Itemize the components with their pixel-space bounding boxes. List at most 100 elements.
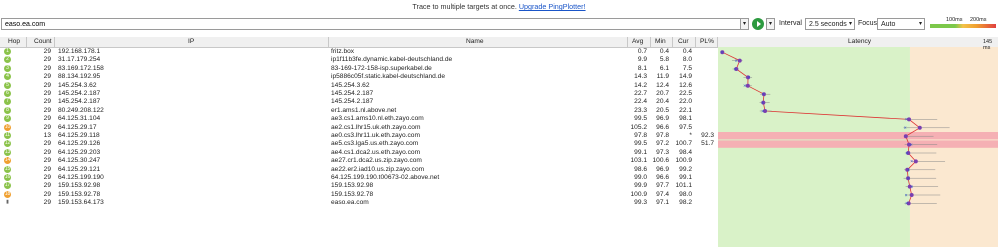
latency-cur-marker: × (761, 100, 764, 106)
hop-row[interactable]: 3 29 83.169.172.158 83-169-172-158-isp.supe… (0, 64, 718, 73)
hop-row[interactable]: 2 29 31.17.179.254 ip1f11b3fe.dynamic.kabel… (0, 56, 718, 64)
hop-ip: 159.153.92.98 (58, 182, 101, 190)
hop-cur: 8.0 (682, 56, 692, 64)
hop-avg: 99.1 (634, 148, 647, 156)
hop-name: ae4.cs1.dca2.us.eth.zayo.com (331, 148, 421, 156)
hop-min: 11.9 (656, 73, 669, 81)
hop-name: 83-169-172-158-isp.superkabel.de (331, 64, 432, 72)
hop-row[interactable]: 9 29 64.125.31.104 ae3.cs1.ams10.nl.eth.zay… (0, 115, 718, 123)
hop-number-badge: 14 (4, 157, 11, 165)
hop-ip: 159.153.64.173 (58, 199, 104, 207)
hop-min: 97.7 (656, 182, 669, 190)
hop-count: 29 (43, 174, 51, 181)
column-divider[interactable] (695, 37, 696, 47)
col-avg[interactable]: Avg (632, 38, 643, 45)
hop-row[interactable]: 7 29 145.254.2.187 145.254.2.187 22.4 20.4 22.… (0, 98, 718, 106)
latency-cur-marker: × (735, 58, 738, 64)
hop-number-badge: 10 (4, 123, 11, 131)
hop-avg: 99.5 (634, 115, 647, 123)
hop-count: 29 (43, 48, 51, 55)
latency-avg-marker (917, 125, 922, 130)
hop-row[interactable]: 16 29 64.125.199.190 64.125.199.190.t00673-… (0, 174, 718, 182)
hop-avg: 103.1 (630, 157, 647, 165)
latency-color-scale: 100ms 200ms (930, 17, 996, 30)
latency-cur-marker: × (907, 176, 910, 182)
hop-pl: 51.7 (701, 140, 714, 148)
col-ip[interactable]: IP (188, 38, 194, 45)
hop-row[interactable]: 11 13 64.125.29.118 ae0.cs3.lhr11.uk.eth.za… (0, 132, 718, 140)
latency-cur-marker: × (907, 168, 910, 174)
latency-avg-marker (737, 58, 742, 63)
column-divider[interactable] (672, 37, 673, 47)
hop-row[interactable]: ▮ 29 159.153.64.173 easo.ea.com 99.3 97.1 98.2 (0, 199, 718, 207)
col-latency[interactable]: Latency (848, 38, 871, 45)
hop-count: 29 (43, 115, 51, 123)
target-dropdown-button[interactable]: ▾ (741, 18, 749, 30)
hop-row[interactable]: 4 29 88.134.192.95 ip5886c05f.static.kabel-… (0, 73, 718, 81)
col-hop[interactable]: Hop (8, 38, 20, 45)
focus-select[interactable]: Auto ▾ (877, 18, 925, 30)
hop-number-badge: 8 (4, 106, 11, 114)
hop-name: 145.254.2.187 (331, 90, 374, 97)
hop-avg: 14.2 (634, 81, 647, 89)
hop-name: ip1f11b3fe.dynamic.kabel-deutschland.de (331, 56, 453, 64)
hop-ip: 64.125.199.190 (58, 174, 104, 181)
hop-name: fritz.box (331, 48, 355, 55)
latency-graph[interactable]: 0 ms×××××××××××××××××× (718, 47, 998, 247)
hop-row[interactable]: 10 29 64.125.29.17 ae2.cs1.lhr15.uk.eth.zay… (0, 123, 718, 132)
col-pl[interactable]: PL% (700, 38, 714, 45)
hop-cur: 98.2 (679, 199, 692, 207)
latency-scale-right: 145 ms (983, 39, 993, 51)
hop-number-badge: 17 (4, 182, 11, 190)
play-dropdown-button[interactable]: ▾ (766, 18, 775, 30)
column-divider[interactable] (650, 37, 651, 47)
hop-avg: 105.2 (630, 123, 647, 131)
hop-row[interactable]: 6 29 145.254.2.187 145.254.2.187 22.7 20.7 22.… (0, 90, 718, 98)
hop-ip: 64.125.30.247 (58, 157, 101, 165)
hop-number-badge: 16 (4, 174, 11, 181)
interval-select[interactable]: 2.5 seconds ▾ (805, 18, 855, 30)
hop-min: 20.7 (656, 90, 669, 97)
column-divider[interactable] (26, 37, 27, 47)
hop-row[interactable]: 5 29 145.254.3.62 145.254.3.62 14.2 12.4 12.6 (0, 81, 718, 90)
hop-row[interactable]: 1 29 192.168.178.1 fritz.box 0.7 0.4 0.4 (0, 48, 718, 56)
hop-row[interactable]: 15 29 64.125.29.121 ae22.er2.iad10.us.zip.z… (0, 165, 718, 174)
upgrade-link[interactable]: Upgrade PingPlotter! (519, 2, 586, 11)
col-cur[interactable]: Cur (678, 38, 689, 45)
col-name[interactable]: Name (466, 38, 484, 45)
col-min[interactable]: Min (655, 38, 666, 45)
hop-number-badge: 7 (4, 98, 11, 106)
hop-min: 20.5 (656, 106, 669, 114)
hop-min: 96.6 (656, 174, 669, 181)
toolbar: ▾ ▾ Interval 2.5 seconds▾ Focus Auto▾ 10… (0, 17, 998, 32)
hop-count: 29 (43, 199, 51, 207)
column-divider[interactable] (717, 37, 718, 47)
latency-cur-marker: × (734, 67, 737, 73)
hop-number-badge: 5 (4, 81, 11, 89)
hop-number-badge: 2 (4, 56, 11, 64)
hop-ip: 88.134.192.95 (58, 73, 101, 81)
column-divider[interactable] (627, 37, 628, 47)
play-button[interactable] (752, 18, 764, 30)
target-input[interactable] (1, 18, 741, 30)
hop-row[interactable]: 17 29 159.153.92.98 159.153.92.98 99.9 97.7 10… (0, 182, 718, 190)
hop-ip: 83.169.172.158 (58, 64, 104, 72)
hop-cur: 12.6 (679, 81, 692, 89)
column-divider[interactable] (54, 37, 55, 47)
hop-row[interactable]: 18 29 159.153.92.78 159.153.92.78 100.9 97.4 9… (0, 190, 718, 199)
hop-cur: 101.1 (675, 182, 692, 190)
hop-row[interactable]: 13 29 64.125.29.203 ae4.cs1.dca2.us.eth.zay… (0, 148, 718, 157)
hop-ip: 80.249.208.122 (58, 106, 104, 114)
hop-row[interactable]: 12 29 64.125.29.126 ae5.cs3.lga5.us.eth.zay… (0, 140, 718, 148)
scale-200-label: 200ms (970, 17, 987, 23)
column-divider[interactable] (328, 37, 329, 47)
latency-avg-marker (913, 159, 918, 164)
hop-number-badge: 6 (4, 90, 11, 97)
hop-row[interactable]: 8 29 80.249.208.122 er1.ams1.nl.above.net 23… (0, 106, 718, 115)
hop-cur: 98.4 (679, 148, 692, 156)
hop-name: ae5.cs3.lga5.us.eth.zayo.com (331, 140, 419, 148)
col-count[interactable]: Count (34, 38, 52, 45)
latency-avg-marker (903, 134, 908, 139)
hop-row[interactable]: 14 29 64.125.30.247 ae27.cr1.dca2.us.zip.za… (0, 157, 718, 165)
latency-cur-marker: × (720, 50, 723, 56)
